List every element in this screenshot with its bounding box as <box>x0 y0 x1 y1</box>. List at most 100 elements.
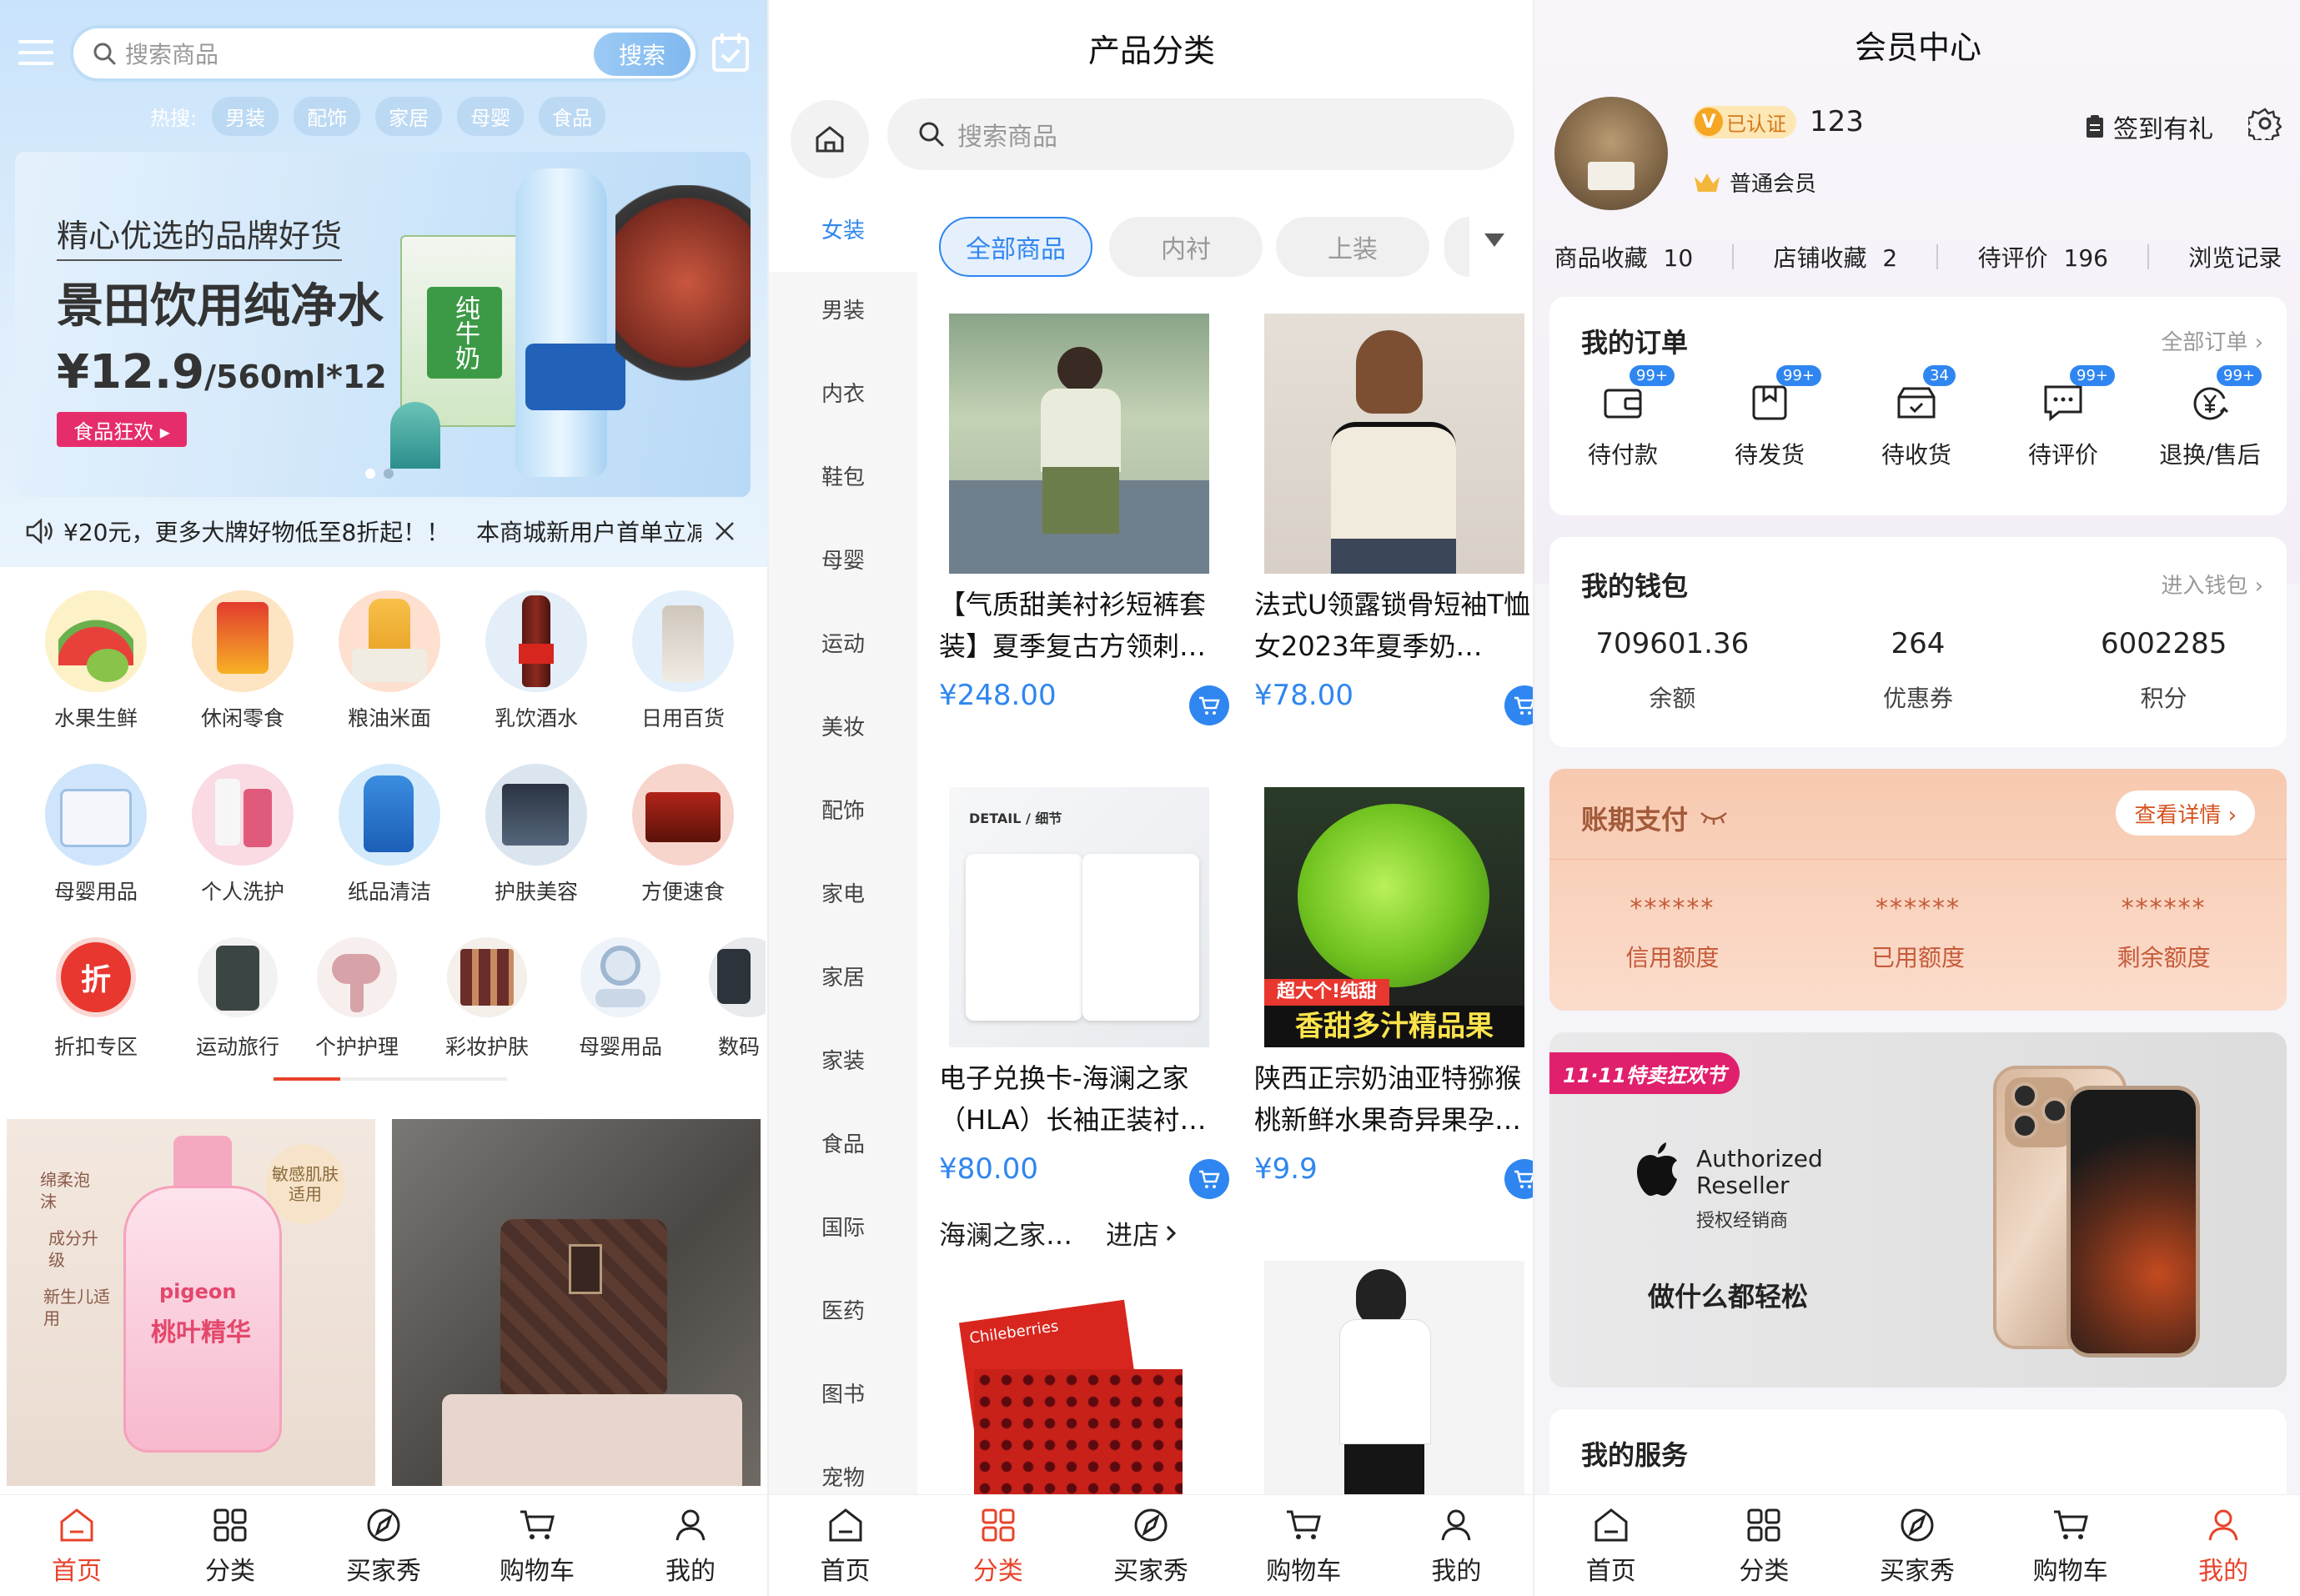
tab-home[interactable]: 首页 <box>769 1495 922 1596</box>
add-to-cart-button[interactable] <box>1504 685 1533 725</box>
featured-product-bodywash[interactable]: 敏感肌肤适用 绵柔泡沫 成分升级 新生儿适用 pigeon 桃叶精华 <box>7 1119 375 1486</box>
add-to-cart-button[interactable] <box>1189 1159 1229 1199</box>
category-search-box[interactable]: 搜索商品 <box>887 98 1514 170</box>
tab-mine[interactable]: 我的 <box>2147 1495 2300 1596</box>
product-card[interactable]: 【气质甜美衬衫短裤套装】夏季复古方领刺… ¥248.00 <box>937 314 1234 725</box>
promo-banner[interactable]: 精心优选的品牌好货 景田饮用纯净水 ¥12.9 /560ml*12 食品狂欢 ▸… <box>15 152 751 497</box>
hot-tag[interactable]: 配饰 <box>294 97 361 136</box>
sidebar-item-decor[interactable]: 家装 <box>769 1044 917 1075</box>
sidebar-item-beauty[interactable]: 美妆 <box>769 710 917 741</box>
wallet-points[interactable]: 6002285 积分 <box>2041 627 2287 714</box>
product-card[interactable]: 超大个!纯甜 香甜多汁精品果 陕西正宗奶油亚特猕猴桃新鲜水果奇异果孕… ¥9.9 <box>1253 787 1533 1199</box>
add-to-cart-button[interactable] <box>1504 1159 1533 1199</box>
stat-favorites[interactable]: 商品收藏 10 <box>1554 240 1694 274</box>
category-baby[interactable]: 母婴用品 <box>25 764 167 906</box>
category-paper[interactable]: 纸品清洁 <box>319 764 460 906</box>
sidebar-item-appliances[interactable]: 家电 <box>769 877 917 908</box>
category-grain[interactable]: 粮油米面 <box>319 590 460 732</box>
hot-tag[interactable]: 家居 <box>375 97 443 136</box>
wallet-coupons[interactable]: 264 优惠券 <box>1795 627 2041 714</box>
close-icon[interactable] <box>713 519 736 543</box>
category-care[interactable]: 个护护理 <box>290 937 424 1061</box>
product-card[interactable] <box>1253 1261 1533 1494</box>
product-card[interactable]: DETAIL / 细节 电子兑换卡-海澜之家（HLA）长袖正装衬… ¥80.00… <box>937 787 1234 1251</box>
wallet-balance[interactable]: 709601.36 余额 <box>1549 627 1795 714</box>
hot-tag[interactable]: 食品 <box>539 97 606 136</box>
sidebar-item-accessories[interactable]: 配饰 <box>769 794 917 825</box>
avatar[interactable] <box>1554 97 1668 210</box>
banner-cta[interactable]: 食品狂欢 ▸ <box>57 412 187 447</box>
calendar-icon[interactable] <box>711 32 751 77</box>
sidebar-item-medicine[interactable]: 医药 <box>769 1294 917 1325</box>
notice-bar[interactable]: ¥20元，更多大牌好物低至8折起！！ 本商城新用户首单立减 <box>0 510 767 552</box>
credit-detail-button[interactable]: 查看详情 › <box>2116 790 2255 836</box>
category-personal-wash[interactable]: 个人洗护 <box>172 764 314 906</box>
eye-closed-icon[interactable] <box>1700 810 1728 826</box>
chevron-down-icon[interactable] <box>1483 232 1506 252</box>
category-snacks[interactable]: 休闲零食 <box>172 590 314 732</box>
order-pending-review[interactable]: 99+ 待评价 <box>1990 365 2137 470</box>
tab-category[interactable]: 分类 <box>922 1495 1074 1596</box>
category-sport-travel[interactable]: 运动旅行 <box>167 937 309 1061</box>
gear-icon[interactable] <box>2244 107 2282 144</box>
tab-category[interactable]: 分类 <box>153 1495 307 1596</box>
chip-all-products[interactable]: 全部商品 <box>939 217 1092 277</box>
order-pending-ship[interactable]: 99+ 待发货 <box>1696 365 1843 470</box>
product-card[interactable]: Chileberries <box>937 1261 1234 1494</box>
tab-mine[interactable]: 我的 <box>614 1495 767 1596</box>
home-button[interactable] <box>791 100 869 178</box>
tab-mine[interactable]: 我的 <box>1380 1495 1533 1596</box>
sidebar-item-sports[interactable]: 运动 <box>769 627 917 658</box>
sidebar-item-pets[interactable]: 宠物 <box>769 1461 917 1492</box>
enter-wallet-link[interactable]: 进入钱包 › <box>2161 569 2263 600</box>
sidebar-item-underwear[interactable]: 内衣 <box>769 377 917 408</box>
tab-category[interactable]: 分类 <box>1688 1495 1841 1596</box>
category-discount[interactable]: 折 折扣专区 <box>25 937 167 1061</box>
category-skincare[interactable]: 护肤美容 <box>465 764 607 906</box>
iphone-promo-banner[interactable]: 11·11特卖狂欢节 Authorized Reseller 授权经销商 做什么… <box>1549 1032 2287 1388</box>
category-makeup[interactable]: 彩妆护肤 <box>420 937 554 1061</box>
enter-shop-link[interactable]: 进店 <box>1106 1214 1178 1252</box>
home-search-box[interactable]: 搜索商品 搜索 <box>70 25 699 82</box>
order-refund[interactable]: 99+ 退换/售后 <box>2137 365 2283 470</box>
sidebar-item-men[interactable]: 男装 <box>769 294 917 324</box>
category-digital[interactable]: 数码 <box>682 937 766 1061</box>
tab-cart[interactable]: 购物车 <box>460 1495 614 1596</box>
category-daily[interactable]: 日用百货 <box>612 590 754 732</box>
tab-cart[interactable]: 购物车 <box>1228 1495 1380 1596</box>
stat-to-review[interactable]: 待评价 196 <box>1978 240 2108 274</box>
product-card[interactable]: 法式U领露锁骨短袖T恤女2023年夏季奶… ¥78.00 <box>1253 314 1533 725</box>
category-instant[interactable]: 方便速食 <box>612 764 754 906</box>
chip-more[interactable] <box>1444 217 1469 277</box>
chip-tops[interactable]: 上装 <box>1276 217 1429 277</box>
menu-icon[interactable] <box>18 38 53 70</box>
sidebar-item-baby[interactable]: 母婴 <box>769 544 917 575</box>
order-pending-receive[interactable]: 34 待收货 <box>1843 365 1990 470</box>
tab-home[interactable]: 首页 <box>1534 1495 1688 1596</box>
order-pending-payment[interactable]: 99+ 待付款 <box>1549 365 1696 470</box>
checkin-link[interactable]: 签到有礼 <box>2085 108 2213 145</box>
tab-buyer-show[interactable]: 买家秀 <box>307 1495 460 1596</box>
category-drinks[interactable]: 乳饮酒水 <box>465 590 607 732</box>
sidebar-item-food[interactable]: 食品 <box>769 1127 917 1158</box>
add-to-cart-button[interactable] <box>1189 685 1229 725</box>
sidebar-item-women[interactable]: 女装 <box>769 190 917 272</box>
hot-tag[interactable]: 男装 <box>212 97 279 136</box>
sidebar-item-home[interactable]: 家居 <box>769 961 917 991</box>
sidebar-item-international[interactable]: 国际 <box>769 1211 917 1242</box>
all-orders-link[interactable]: 全部订单 › <box>2161 325 2263 356</box>
hot-tag[interactable]: 母婴 <box>457 97 525 136</box>
sidebar-item-books[interactable]: 图书 <box>769 1378 917 1408</box>
chip-lining[interactable]: 内衬 <box>1109 217 1263 277</box>
tab-cart[interactable]: 购物车 <box>1994 1495 2147 1596</box>
category-fruit[interactable]: 水果生鲜 <box>25 590 167 732</box>
category-baby-products[interactable]: 母婴用品 <box>554 937 687 1061</box>
featured-product-handbag[interactable] <box>392 1119 761 1486</box>
sidebar-item-shoes-bags[interactable]: 鞋包 <box>769 460 917 491</box>
stat-history[interactable]: 浏览记录 <box>2188 240 2282 274</box>
search-button[interactable]: 搜索 <box>594 33 691 76</box>
tab-buyer-show[interactable]: 买家秀 <box>1841 1495 1994 1596</box>
tab-home[interactable]: 首页 <box>0 1495 153 1596</box>
tab-buyer-show[interactable]: 买家秀 <box>1074 1495 1227 1596</box>
stat-shop-favorites[interactable]: 店铺收藏 2 <box>1773 240 1897 274</box>
